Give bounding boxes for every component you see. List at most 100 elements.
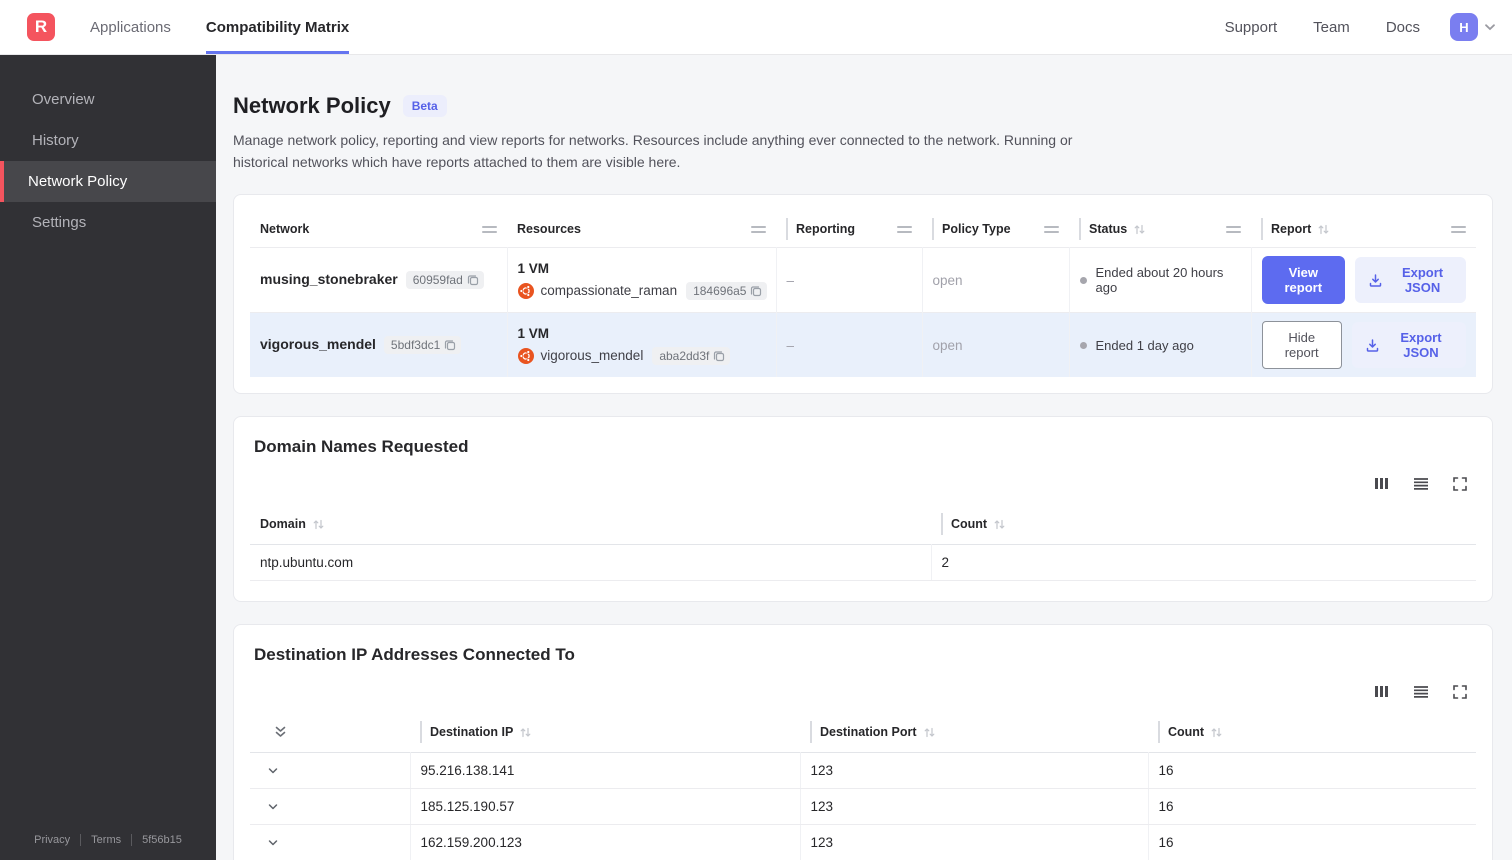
- ip-row[interactable]: 162.159.200.123 123 16: [250, 824, 1476, 860]
- chevron-down-icon: [1482, 19, 1498, 35]
- hide-report-button[interactable]: Hide report: [1261, 321, 1342, 370]
- destination-ips-table: Destination IP Destination Port Count 95…: [250, 712, 1476, 860]
- sort-icon[interactable]: [1210, 726, 1223, 739]
- ip-value: 95.216.138.141: [409, 752, 800, 790]
- column-header-destination-ip[interactable]: Destination IP: [430, 725, 513, 739]
- column-header-count[interactable]: Count: [1168, 725, 1204, 739]
- app-logo[interactable]: R: [27, 13, 55, 41]
- nav-link-docs[interactable]: Docs: [1386, 19, 1420, 36]
- port-value: 123: [799, 752, 1148, 790]
- network-id-badge: 5bdf3dc1: [383, 336, 462, 355]
- ip-row[interactable]: 95.216.138.141 123 16: [250, 752, 1476, 790]
- sidebar-item-network-policy[interactable]: Network Policy: [0, 161, 216, 202]
- column-separator: [420, 721, 422, 744]
- row-density-icon[interactable]: [1412, 683, 1430, 700]
- columns-icon[interactable]: [1373, 475, 1390, 492]
- sidebar-item-history[interactable]: History: [0, 120, 216, 161]
- column-resize-handle[interactable]: [482, 225, 497, 233]
- table-toolbar: [250, 683, 1476, 700]
- export-json-button[interactable]: Export JSON: [1355, 257, 1466, 304]
- tab-compatibility-matrix[interactable]: Compatibility Matrix: [205, 0, 350, 54]
- domains-card-title: Domain Names Requested: [254, 437, 469, 457]
- page-description: Manage network policy, reporting and vie…: [233, 132, 1073, 170]
- chevron-down-icon[interactable]: [266, 800, 400, 814]
- copy-icon[interactable]: [444, 339, 456, 351]
- copy-icon[interactable]: [467, 274, 479, 286]
- account-menu[interactable]: H: [1450, 13, 1498, 41]
- column-resize-handle[interactable]: [1226, 225, 1241, 233]
- sort-icon[interactable]: [519, 726, 532, 739]
- count-value: 16: [1147, 788, 1476, 826]
- network-row[interactable]: vigorous_mendel 5bdf3dc1 1 VM vigorous_me…: [250, 312, 1476, 378]
- network-name: vigorous_mendel: [260, 336, 376, 353]
- column-resize-handle[interactable]: [751, 225, 766, 233]
- tab-applications[interactable]: Applications: [90, 0, 171, 54]
- column-header-domain[interactable]: Domain: [260, 517, 306, 531]
- port-value: 123: [799, 824, 1148, 860]
- top-navbar: R Applications Compatibility Matrix Supp…: [0, 0, 1512, 55]
- row-density-icon[interactable]: [1412, 475, 1430, 492]
- resource-name[interactable]: vigorous_mendel: [541, 348, 644, 363]
- column-header-destination-port[interactable]: Destination Port: [820, 725, 917, 739]
- reporting-value: –: [776, 312, 923, 378]
- build-version: 5f56b15: [142, 834, 182, 846]
- network-row[interactable]: musing_stonebraker 60959fad 1 VM compassi…: [250, 247, 1476, 313]
- destination-ips-card-title: Destination IP Addresses Connected To: [254, 645, 575, 665]
- resource-summary: 1 VM: [517, 325, 550, 341]
- column-header-resources[interactable]: Resources: [517, 222, 581, 236]
- policy-type-value: open: [922, 247, 1070, 313]
- status-dot: [1079, 341, 1087, 349]
- column-resize-handle[interactable]: [897, 225, 912, 233]
- sort-icon[interactable]: [923, 726, 936, 739]
- ip-value: 162.159.200.123: [409, 824, 800, 860]
- ip-row[interactable]: 185.125.190.57 123 16: [250, 788, 1476, 826]
- download-icon: [1365, 338, 1380, 353]
- fullscreen-icon[interactable]: [1452, 475, 1468, 492]
- divider: [80, 834, 82, 846]
- nav-link-team[interactable]: Team: [1313, 19, 1350, 36]
- expand-all-icon[interactable]: [273, 724, 288, 740]
- beta-badge: Beta: [402, 95, 447, 117]
- sidebar: Overview History Network Policy Settings…: [0, 55, 216, 860]
- sort-icon[interactable]: [993, 518, 1006, 531]
- column-header-count[interactable]: Count: [951, 517, 987, 531]
- copy-icon[interactable]: [713, 350, 725, 362]
- port-value: 123: [799, 788, 1148, 826]
- nav-link-support[interactable]: Support: [1225, 19, 1278, 36]
- chevron-down-icon[interactable]: [266, 836, 400, 850]
- privacy-link[interactable]: Privacy: [34, 834, 70, 846]
- view-report-button[interactable]: View report: [1261, 256, 1346, 305]
- sidebar-footer: Privacy Terms 5f56b15: [0, 834, 216, 860]
- avatar[interactable]: H: [1450, 13, 1478, 41]
- sidebar-item-overview[interactable]: Overview: [0, 79, 216, 120]
- export-json-button[interactable]: Export JSON: [1351, 322, 1466, 369]
- fullscreen-icon[interactable]: [1452, 683, 1468, 700]
- column-header-network[interactable]: Network: [260, 222, 309, 236]
- column-header-status[interactable]: Status: [1089, 222, 1127, 236]
- destination-ips-card: Destination IP Addresses Connected To De: [233, 624, 1493, 860]
- terms-link[interactable]: Terms: [91, 834, 121, 846]
- resource-id-badge: 184696a5: [686, 281, 768, 300]
- resource-id-badge: aba2dd3f: [652, 346, 731, 365]
- page-title: Network Policy: [233, 93, 391, 118]
- column-header-policy-type[interactable]: Policy Type: [942, 222, 1011, 236]
- network-id-badge: 60959fad: [405, 271, 484, 290]
- download-icon: [1368, 273, 1383, 288]
- column-header-report[interactable]: Report: [1271, 222, 1311, 236]
- ip-value: 185.125.190.57: [409, 788, 800, 826]
- column-header-reporting[interactable]: Reporting: [796, 222, 855, 236]
- copy-icon[interactable]: [750, 285, 762, 297]
- divider: [131, 834, 133, 846]
- sort-icon[interactable]: [1133, 223, 1146, 236]
- domain-row[interactable]: ntp.ubuntu.com 2: [250, 544, 1476, 582]
- column-resize-handle[interactable]: [1451, 225, 1466, 233]
- sort-icon[interactable]: [312, 518, 325, 531]
- resource-name[interactable]: compassionate_raman: [541, 283, 678, 298]
- count-value: 16: [1147, 752, 1476, 790]
- chevron-down-icon[interactable]: [266, 764, 400, 778]
- columns-icon[interactable]: [1373, 683, 1390, 700]
- sort-icon[interactable]: [1317, 223, 1330, 236]
- column-resize-handle[interactable]: [1044, 225, 1059, 233]
- reporting-value: –: [776, 247, 923, 313]
- sidebar-item-settings[interactable]: Settings: [0, 202, 216, 243]
